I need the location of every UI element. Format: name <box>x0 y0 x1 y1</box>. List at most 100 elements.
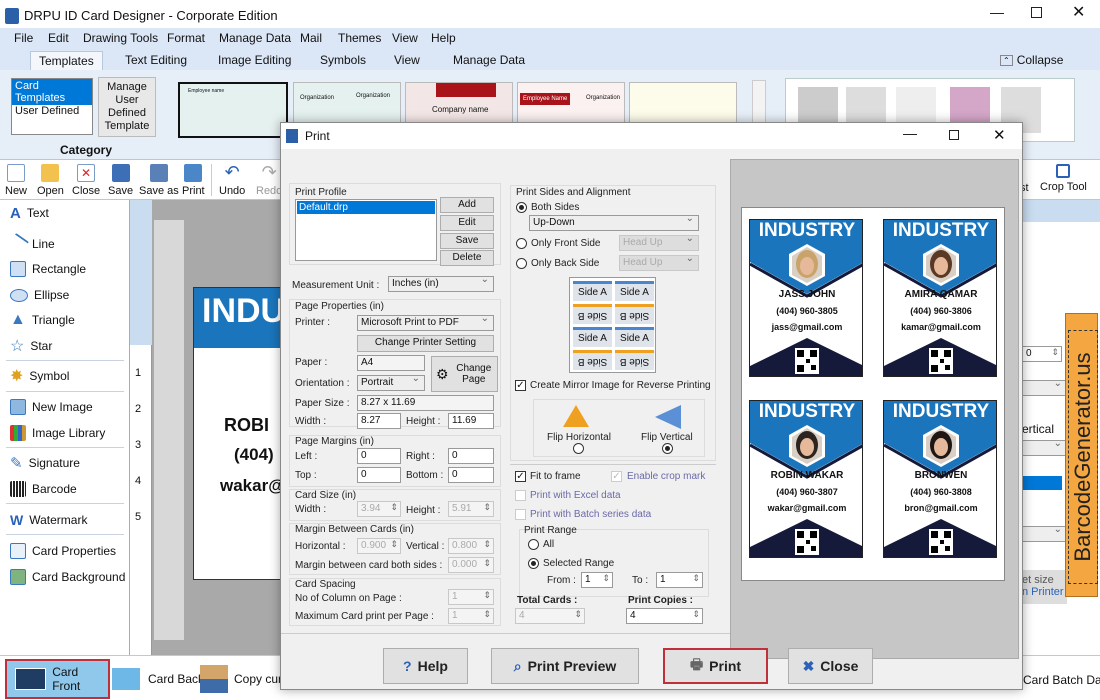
printer-select[interactable]: Microsoft Print to PDF <box>357 315 494 331</box>
change-printer-setting-button[interactable]: Change Printer Setting <box>357 335 494 352</box>
card-height-spinner[interactable]: 5.91 <box>448 501 494 517</box>
menu-view[interactable]: View <box>392 31 418 45</box>
fit-to-frame-checkbox[interactable]: ✓ <box>515 471 526 482</box>
flip-vertical-radio[interactable] <box>662 443 673 454</box>
tab-image-editing[interactable]: Image Editing <box>218 53 291 67</box>
menu-format[interactable]: Format <box>167 31 205 45</box>
page-width-field[interactable]: 8.27 <box>357 413 401 429</box>
mirror-image-checkbox[interactable]: ✓ <box>515 380 526 391</box>
measurement-unit-select[interactable]: Inches (in) <box>388 276 494 292</box>
print-button[interactable]: Print <box>182 164 205 197</box>
tab-manage-data[interactable]: Manage Data <box>453 53 525 67</box>
range-from-spinner[interactable]: 1 <box>581 572 613 588</box>
menu-drawing-tools[interactable]: Drawing Tools <box>83 31 158 45</box>
save-as-button[interactable]: Save as <box>139 164 179 197</box>
range-to-spinner[interactable]: 1 <box>656 572 703 588</box>
properties-value-field[interactable]: 0 <box>1022 346 1062 362</box>
margin-top-field[interactable]: 0 <box>357 467 401 483</box>
back-side-mode-select[interactable]: Head Up <box>619 255 699 271</box>
profile-item[interactable]: Default.drp <box>297 201 435 214</box>
maximize-button[interactable] <box>1031 7 1042 18</box>
selected-range-radio[interactable] <box>528 558 539 569</box>
print-batch-checkbox[interactable] <box>515 509 526 520</box>
range-all-radio[interactable] <box>528 539 539 550</box>
close-window-button[interactable]: ✕ <box>1072 2 1085 22</box>
dialog-maximize-button[interactable] <box>949 130 959 140</box>
help-button[interactable]: ? Help <box>383 648 468 684</box>
close-button[interactable]: ✕ Close <box>72 164 100 197</box>
collapse-button[interactable]: ⌃ Collapse <box>1000 53 1063 67</box>
manage-user-defined-template-button[interactable]: Manage User Defined Template <box>98 77 156 137</box>
tool-signature[interactable]: ✎ Signature <box>10 453 80 473</box>
paper-field[interactable]: A4 <box>357 355 425 371</box>
only-back-side-radio[interactable] <box>516 258 527 269</box>
print-excel-checkbox[interactable] <box>515 490 526 501</box>
dialog-close-button[interactable]: ✕ <box>993 126 1006 144</box>
print-confirm-button[interactable]: 🖶 Print <box>663 648 768 684</box>
category-user-defined[interactable]: User Defined <box>12 105 92 117</box>
save-button[interactable]: Save <box>108 164 133 197</box>
tab-view[interactable]: View <box>394 53 420 67</box>
redo-button[interactable]: ↷ Redo <box>256 163 282 197</box>
tab-text-editing[interactable]: Text Editing <box>125 53 187 67</box>
tool-new-image[interactable]: New Image <box>10 397 93 417</box>
total-cards-spinner[interactable]: 4 <box>515 608 585 624</box>
flip-horizontal-radio[interactable] <box>573 443 584 454</box>
profile-save-button[interactable]: Save <box>440 233 494 249</box>
dialog-minimize-button[interactable]: — <box>903 125 917 141</box>
both-sides-radio[interactable] <box>516 202 527 213</box>
properties-select[interactable] <box>1022 526 1067 542</box>
open-button[interactable]: Open <box>37 164 64 197</box>
tool-rectangle[interactable]: Rectangle <box>10 259 86 279</box>
close-dialog-button[interactable]: ✖ Close <box>788 648 873 684</box>
menu-manage-data[interactable]: Manage Data <box>219 31 291 45</box>
vertical-margin-spinner[interactable]: 0.800 <box>448 538 494 554</box>
properties-select[interactable] <box>1022 380 1067 396</box>
orientation-select[interactable]: Portrait <box>357 375 425 391</box>
only-front-side-radio[interactable] <box>516 238 527 249</box>
properties-list[interactable] <box>1022 476 1062 490</box>
print-profile-list[interactable]: Default.drp <box>295 199 437 261</box>
menu-file[interactable]: File <box>14 31 33 45</box>
max-cards-spinner[interactable]: 1 <box>448 608 494 624</box>
print-preview-button[interactable]: ⌕ Print Preview <box>491 648 639 684</box>
properties-select[interactable] <box>1022 440 1067 456</box>
tool-card-background[interactable]: Card Background <box>10 567 125 587</box>
both-sides-mode-select[interactable]: Up-Down <box>529 215 699 231</box>
columns-spinner[interactable]: 1 <box>448 589 494 605</box>
tool-ellipse[interactable]: Ellipse <box>10 285 69 305</box>
card-back-button[interactable]: Card Back <box>112 661 204 697</box>
enable-crop-mark-checkbox[interactable]: ✓ <box>611 471 622 482</box>
horizontal-margin-spinner[interactable]: 0.900 <box>357 538 401 554</box>
tab-symbols[interactable]: Symbols <box>320 53 366 67</box>
change-page-button[interactable]: ⚙ Change Page <box>431 356 498 392</box>
profile-delete-button[interactable]: Delete <box>440 250 494 266</box>
tool-card-properties[interactable]: Card Properties <box>10 541 116 561</box>
profile-edit-button[interactable]: Edit <box>440 215 494 231</box>
margin-left-field[interactable]: 0 <box>357 448 401 464</box>
tool-image-library[interactable]: Image Library <box>10 423 105 443</box>
print-copies-spinner[interactable]: 4 <box>626 608 703 624</box>
category-card-templates[interactable]: Card Templates <box>12 79 92 105</box>
template-thumbnail[interactable]: Employee name <box>178 82 288 138</box>
tool-line[interactable]: Line <box>6 232 55 256</box>
copy-current-button[interactable]: Copy curr <box>200 661 286 697</box>
set-size-button[interactable]: et size n Printer <box>1022 570 1067 604</box>
both-sides-margin-spinner[interactable]: 0.000 <box>448 557 494 573</box>
tool-barcode[interactable]: Barcode <box>10 479 77 499</box>
menu-themes[interactable]: Themes <box>338 31 381 45</box>
margin-bottom-field[interactable]: 0 <box>448 467 494 483</box>
menu-edit[interactable]: Edit <box>48 31 69 45</box>
front-side-mode-select[interactable]: Head Up <box>619 235 699 251</box>
tool-text[interactable]: A Text <box>10 203 49 223</box>
category-list[interactable]: Card Templates User Defined <box>11 78 93 135</box>
tab-templates[interactable]: Templates <box>30 51 103 72</box>
card-front-button[interactable]: Card Front <box>5 659 110 699</box>
new-button[interactable]: New <box>5 164 27 197</box>
tool-symbol[interactable]: ✸ Symbol <box>10 366 69 386</box>
margin-right-field[interactable]: 0 <box>448 448 494 464</box>
card-width-spinner[interactable]: 3.94 <box>357 501 401 517</box>
menu-mail[interactable]: Mail <box>300 31 322 45</box>
tool-watermark[interactable]: W Watermark <box>10 510 87 530</box>
crop-tool-button[interactable]: Crop Tool <box>1040 164 1087 193</box>
